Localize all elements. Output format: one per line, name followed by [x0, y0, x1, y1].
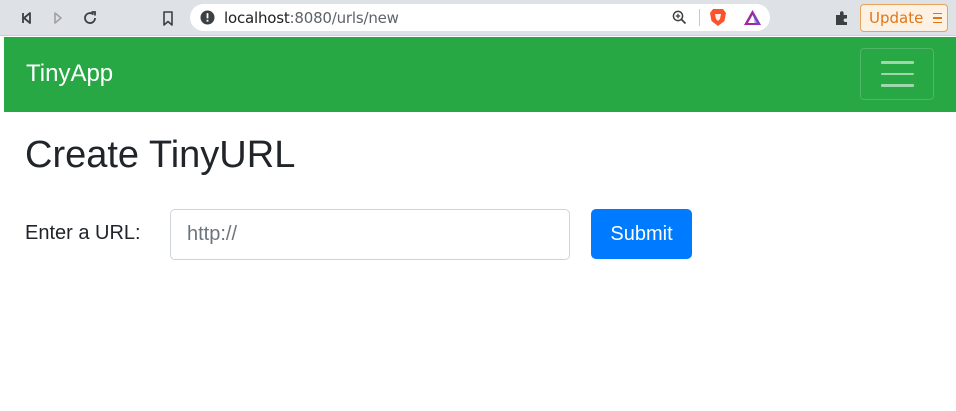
reload-icon: [84, 11, 96, 24]
url-text[interactable]: localhost:8080/urls/new: [224, 9, 399, 27]
extensions-button[interactable]: [829, 5, 855, 31]
forward-button[interactable]: [45, 5, 71, 31]
toggler-line: [880, 84, 914, 87]
page-title: Create TinyURL: [25, 134, 296, 176]
submit-button[interactable]: Submit: [591, 209, 692, 259]
navbar-toggler-icon: [880, 61, 914, 64]
navbar: TinyApp: [4, 37, 956, 112]
menu-icon: [933, 12, 943, 24]
url-path: :8080/urls/new: [289, 9, 399, 27]
bookmark-icon: [163, 10, 173, 26]
update-button[interactable]: Update: [860, 4, 948, 32]
back-icon: [22, 12, 31, 24]
bookmark-button[interactable]: [155, 5, 181, 31]
update-label: Update: [869, 9, 924, 27]
address-bar[interactable]: localhost:8080/urls/new: [190, 4, 770, 31]
brave-shield-icon[interactable]: [709, 8, 727, 27]
url-label: Enter a URL:: [25, 222, 141, 244]
zoom-icon[interactable]: [672, 10, 687, 25]
divider: [699, 9, 700, 26]
navbar-brand[interactable]: TinyApp: [26, 60, 113, 88]
url-host: localhost: [224, 9, 290, 27]
navbar-toggler-button[interactable]: [860, 48, 934, 100]
browser-toolbar: localhost:8080/urls/new Update: [0, 0, 956, 36]
back-button[interactable]: [14, 5, 40, 31]
extensions-icon: [836, 11, 847, 25]
forward-icon: [54, 12, 62, 24]
toggler-line: [880, 72, 914, 76]
info-icon: [200, 10, 215, 25]
url-input[interactable]: [170, 209, 570, 260]
brave-rewards-icon[interactable]: [743, 9, 762, 26]
reload-button[interactable]: [77, 5, 103, 31]
